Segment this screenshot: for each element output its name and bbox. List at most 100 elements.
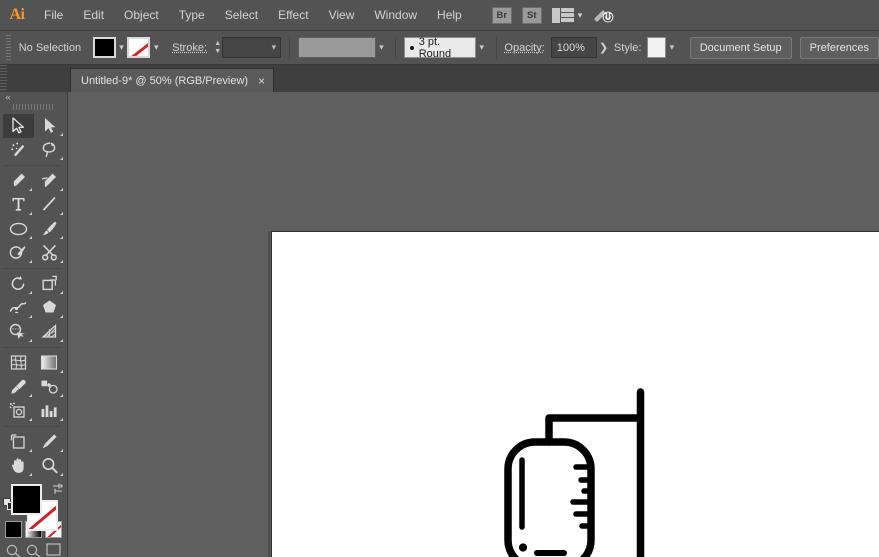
zoom-tool[interactable]	[34, 454, 65, 478]
stepper-down-icon: ▼	[214, 49, 221, 55]
tool-grid	[3, 114, 65, 478]
shaper-tool[interactable]	[3, 241, 34, 265]
slice-tool[interactable]	[34, 430, 65, 454]
hand-tool[interactable]	[3, 454, 34, 478]
arrange-documents-icon	[552, 8, 574, 23]
menu-select[interactable]: Select	[215, 0, 268, 31]
ellipse-tool[interactable]	[3, 217, 34, 241]
workspace-switcher-icon[interactable]	[592, 6, 616, 24]
menu-effect[interactable]: Effect	[268, 0, 318, 31]
fill-color-box[interactable]	[11, 484, 42, 515]
brush-definition-value: 3 pt. Round	[419, 36, 470, 60]
swap-fill-stroke-icon[interactable]	[51, 482, 64, 495]
stroke-weight-label: Stroke:	[172, 42, 207, 54]
control-bar: No Selection ▾ ▾ Stroke: ▲ ▼ ▾ ▾ 3 pt. R…	[0, 31, 879, 65]
opacity-options-icon[interactable]: ❯	[597, 41, 610, 54]
pen-tool[interactable]	[3, 169, 34, 193]
fill-color-swatch[interactable]	[93, 37, 116, 58]
artboard-tool[interactable]	[3, 430, 34, 454]
graphic-style-swatch[interactable]	[647, 37, 666, 58]
preferences-button[interactable]: Preferences	[800, 37, 879, 59]
divider	[395, 37, 396, 59]
brush-definition-dropdown[interactable]: 3 pt. Round	[404, 37, 476, 58]
document-setup-button[interactable]: Document Setup	[690, 37, 792, 59]
document-tab-title: Untitled-9* @ 50% (RGB/Preview)	[81, 75, 248, 87]
variable-width-chevron-icon[interactable]: ▾	[376, 37, 388, 58]
arrange-documents-button[interactable]: ▾	[552, 8, 583, 23]
control-bar-grip[interactable]	[6, 35, 11, 61]
menu-edit[interactable]: Edit	[73, 0, 114, 31]
divider	[3, 347, 61, 348]
line-segment-tool[interactable]	[34, 193, 65, 217]
blend-tool[interactable]	[34, 375, 65, 399]
menu-object[interactable]: Object	[114, 0, 169, 31]
brush-definition-chevron-icon[interactable]: ▾	[476, 37, 488, 58]
opacity-input[interactable]: 100%	[551, 37, 598, 58]
opacity-value: 100%	[557, 42, 585, 54]
stepper-up-icon: ▲	[214, 41, 221, 47]
tools-panel: «	[0, 92, 68, 557]
menu-file[interactable]: File	[34, 0, 73, 31]
divider	[3, 165, 61, 166]
type-tool[interactable]	[3, 193, 34, 217]
drawing-mode-normal-icon[interactable]	[6, 543, 22, 557]
free-transform-tool[interactable]	[34, 296, 65, 320]
selection-status: No Selection	[15, 42, 93, 54]
divider	[3, 268, 61, 269]
fill-color-dropdown-icon[interactable]: ▾	[116, 37, 128, 58]
screen-mode-buttons	[6, 543, 62, 557]
mesh-tool[interactable]	[3, 351, 34, 375]
color-button[interactable]	[5, 521, 22, 538]
stroke-weight-input[interactable]: ▾	[222, 37, 281, 58]
document-tab[interactable]: Untitled-9* @ 50% (RGB/Preview) ×	[70, 68, 274, 92]
shape-builder-tool[interactable]	[3, 320, 34, 344]
stroke-color-dropdown-icon[interactable]: ▾	[150, 37, 162, 58]
scissors-tool[interactable]	[34, 241, 65, 265]
width-tool[interactable]	[3, 296, 34, 320]
divider	[3, 426, 61, 427]
rotate-tool[interactable]	[3, 272, 34, 296]
symbol-sprayer-tool[interactable]	[3, 399, 34, 423]
stroke-color-swatch[interactable]	[127, 37, 150, 58]
direct-selection-tool[interactable]	[34, 114, 65, 138]
menu-view[interactable]: View	[319, 0, 365, 31]
eyedropper-tool[interactable]	[3, 375, 34, 399]
magic-wand-tool[interactable]	[3, 138, 34, 162]
selection-tool[interactable]	[3, 114, 34, 138]
document-tab-bar: Untitled-9* @ 50% (RGB/Preview) ×	[0, 65, 879, 92]
divider	[496, 37, 497, 59]
variable-width-profile-dropdown[interactable]	[298, 37, 376, 58]
iv-drip-bag-illustration[interactable]	[500, 384, 700, 557]
fill-stroke-controls	[3, 482, 65, 519]
ai-logo-icon: Ai	[0, 0, 34, 31]
gradient-tool[interactable]	[34, 351, 65, 375]
chevron-down-icon: ▾	[268, 42, 277, 53]
lasso-tool[interactable]	[34, 138, 65, 162]
stock-icon[interactable]: St	[522, 7, 542, 24]
illustrator-window: Ai File Edit Object Type Select Effect V…	[0, 0, 879, 557]
close-icon[interactable]: ×	[258, 75, 265, 87]
bridge-icon[interactable]: Br	[492, 7, 512, 24]
collapse-panel-button[interactable]: «	[0, 92, 68, 102]
artboard-edge	[268, 231, 270, 557]
style-label: Style:	[614, 42, 642, 54]
brush-dot-icon	[410, 46, 414, 50]
tools-panel-grip[interactable]	[13, 104, 55, 110]
drawing-mode-behind-icon[interactable]	[26, 543, 42, 557]
screen-mode-icon[interactable]	[46, 543, 62, 557]
column-graph-tool[interactable]	[34, 399, 65, 423]
perspective-grid-tool[interactable]	[34, 320, 65, 344]
artboard[interactable]	[271, 231, 879, 557]
document-canvas[interactable]	[68, 92, 879, 557]
menu-window[interactable]: Window	[364, 0, 427, 31]
stroke-weight-stepper[interactable]: ▲ ▼	[213, 37, 222, 59]
scale-tool[interactable]	[34, 272, 65, 296]
curvature-tool[interactable]	[34, 169, 65, 193]
graphic-style-chevron-icon[interactable]: ▾	[666, 37, 678, 58]
opacity-label: Opacity:	[504, 42, 544, 54]
tab-bar-grip[interactable]	[0, 65, 7, 92]
paintbrush-tool[interactable]	[34, 217, 65, 241]
divider	[289, 37, 290, 59]
menu-help[interactable]: Help	[427, 0, 472, 31]
menu-type[interactable]: Type	[169, 0, 215, 31]
